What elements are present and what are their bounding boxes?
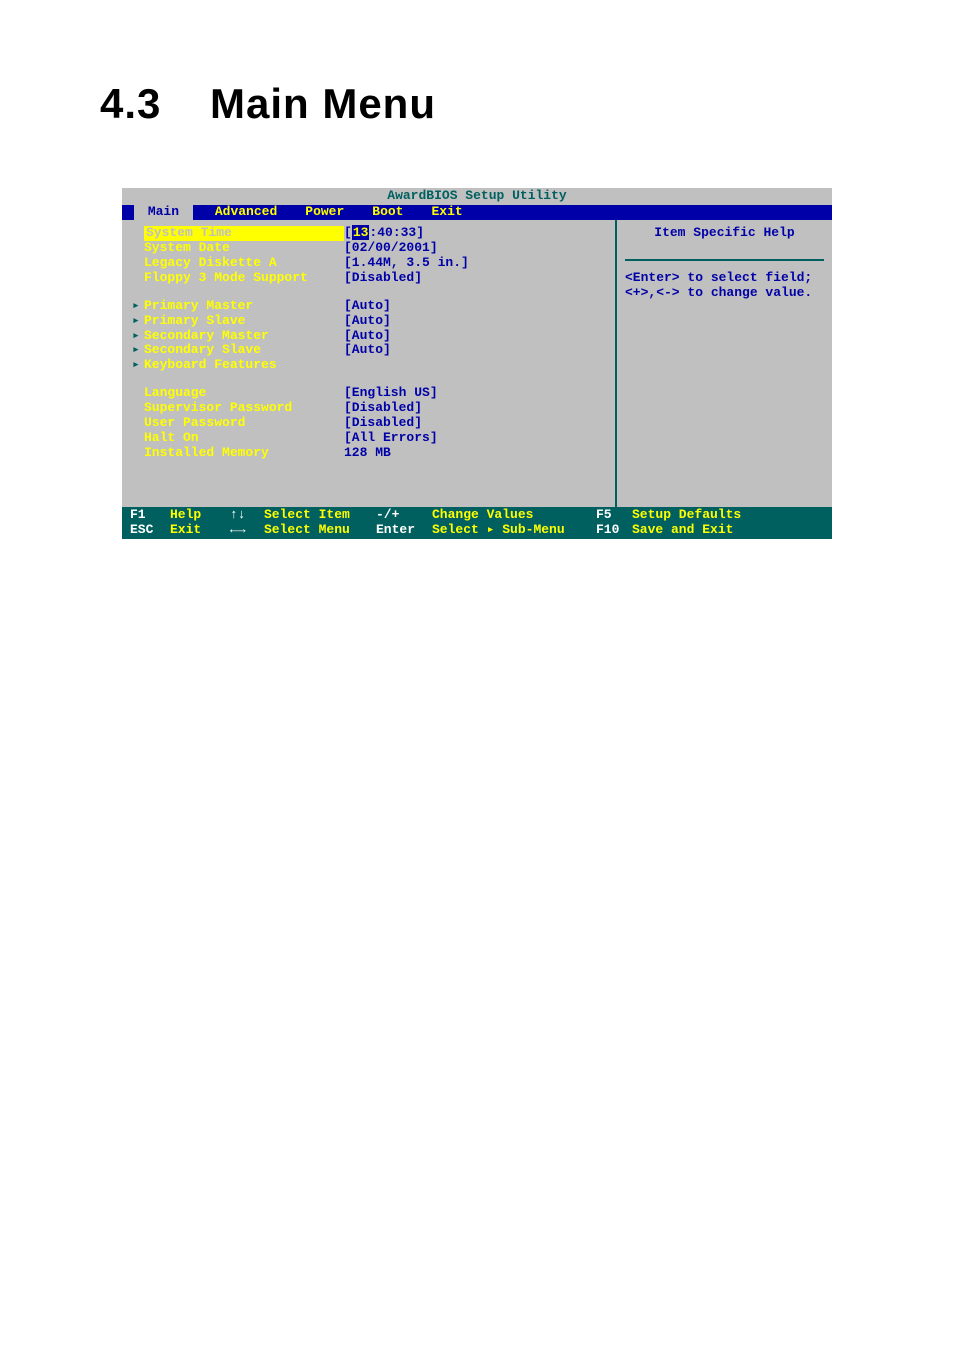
- footer-desc: Setup Defaults: [632, 508, 741, 523]
- field-label: Installed Memory: [144, 446, 344, 461]
- submenu-marker: [132, 431, 144, 446]
- field-label: Primary Master: [144, 299, 344, 314]
- field-value: [Disabled]: [344, 416, 422, 431]
- footer-desc: Change Values: [432, 508, 596, 523]
- submenu-marker-icon: ▸: [132, 329, 144, 344]
- submenu-marker: [132, 271, 144, 286]
- blank-row: [132, 474, 605, 487]
- blank-row: [132, 286, 605, 299]
- field-label: Primary Slave: [144, 314, 344, 329]
- bios-title: AwardBIOS Setup Utility: [122, 188, 832, 205]
- footer-key: Enter: [376, 523, 432, 538]
- submenu-marker: [132, 416, 144, 431]
- row-system-time[interactable]: System Time [13:40:33]: [132, 226, 605, 241]
- submenu-marker-icon: ▸: [132, 358, 144, 373]
- row-supervisor-password[interactable]: Supervisor Password [Disabled]: [132, 401, 605, 416]
- bios-body: System Time [13:40:33] System Date [02/0…: [122, 220, 832, 507]
- field-value: [English US]: [344, 386, 438, 401]
- bios-help-panel: Item Specific Help <Enter> to select fie…: [617, 220, 832, 507]
- field-label: System Date: [144, 241, 344, 256]
- help-title: Item Specific Help: [625, 226, 824, 261]
- field-label: Secondary Master: [144, 329, 344, 344]
- field-value: 128 MB: [344, 446, 391, 461]
- footer-key: F1: [130, 508, 170, 523]
- field-value: [02/00/2001]: [344, 241, 438, 256]
- row-primary-master[interactable]: ▸ Primary Master [Auto]: [132, 299, 605, 314]
- footer-key: ←→: [230, 523, 264, 538]
- footer-desc: Select ▸ Sub-Menu: [432, 523, 596, 538]
- footer-key: -/+: [376, 508, 432, 523]
- row-primary-slave[interactable]: ▸ Primary Slave [Auto]: [132, 314, 605, 329]
- field-value: [Auto]: [344, 314, 391, 329]
- footer-key: ESC: [130, 523, 170, 538]
- submenu-marker: [132, 226, 144, 241]
- footer-desc: Exit: [170, 523, 230, 538]
- field-label: System Time: [144, 226, 344, 241]
- field-label: Halt On: [144, 431, 344, 446]
- footer-desc: Select Menu: [264, 523, 376, 538]
- field-label: Secondary Slave: [144, 343, 344, 358]
- heading-title: Main Menu: [210, 80, 436, 127]
- submenu-marker: [132, 241, 144, 256]
- field-value: [All Errors]: [344, 431, 438, 446]
- footer-key: ↑↓: [230, 508, 264, 523]
- heading-number: 4.3: [100, 80, 210, 128]
- submenu-marker: [132, 256, 144, 271]
- row-system-date[interactable]: System Date [02/00/2001]: [132, 241, 605, 256]
- help-text: <Enter> to select field; <+>,<-> to chan…: [625, 271, 824, 301]
- submenu-marker-icon: ▸: [132, 299, 144, 314]
- tab-main[interactable]: Main: [134, 205, 193, 220]
- footer-row-2: ESC Exit ←→ Select Menu Enter Select ▸ S…: [130, 523, 824, 538]
- row-language[interactable]: Language [English US]: [132, 386, 605, 401]
- bios-window: AwardBIOS Setup Utility Main Advanced Po…: [122, 188, 832, 539]
- field-label: Supervisor Password: [144, 401, 344, 416]
- blank-row: [132, 461, 605, 474]
- field-label: Legacy Diskette A: [144, 256, 344, 271]
- tab-power[interactable]: Power: [291, 205, 358, 220]
- submenu-marker-icon: ▸: [132, 314, 144, 329]
- field-value: [Disabled]: [344, 401, 422, 416]
- field-label: Language: [144, 386, 344, 401]
- field-value: [Auto]: [344, 299, 391, 314]
- field-value: [Disabled]: [344, 271, 422, 286]
- row-legacy-diskette-a[interactable]: Legacy Diskette A [1.44M, 3.5 in.]: [132, 256, 605, 271]
- submenu-marker: [132, 401, 144, 416]
- tab-boot[interactable]: Boot: [358, 205, 417, 220]
- footer-key: F5: [596, 508, 632, 523]
- row-floppy-3-mode[interactable]: Floppy 3 Mode Support [Disabled]: [132, 271, 605, 286]
- row-user-password[interactable]: User Password [Disabled]: [132, 416, 605, 431]
- row-keyboard-features[interactable]: ▸ Keyboard Features: [132, 358, 605, 373]
- submenu-marker: [132, 446, 144, 461]
- submenu-marker-icon: ▸: [132, 343, 144, 358]
- row-secondary-master[interactable]: ▸ Secondary Master [Auto]: [132, 329, 605, 344]
- footer-desc: Help: [170, 508, 230, 523]
- field-label: User Password: [144, 416, 344, 431]
- bios-field-panel: System Time [13:40:33] System Date [02/0…: [122, 220, 617, 507]
- footer-desc: Save and Exit: [632, 523, 733, 538]
- submenu-marker: [132, 386, 144, 401]
- row-installed-memory[interactable]: Installed Memory 128 MB: [132, 446, 605, 461]
- field-value: [Auto]: [344, 343, 391, 358]
- field-value: [Auto]: [344, 329, 391, 344]
- field-value: [1.44M, 3.5 in.]: [344, 256, 469, 271]
- footer-key: F10: [596, 523, 632, 538]
- footer-row-1: F1 Help ↑↓ Select Item -/+ Change Values…: [130, 508, 824, 523]
- page-heading: 4.3Main Menu: [100, 80, 854, 128]
- tab-exit[interactable]: Exit: [418, 205, 477, 220]
- field-label: Keyboard Features: [144, 358, 344, 373]
- field-value: [13:40:33]: [344, 226, 424, 241]
- field-label: Floppy 3 Mode Support: [144, 271, 344, 286]
- footer-desc: Select Item: [264, 508, 376, 523]
- row-halt-on[interactable]: Halt On [All Errors]: [132, 431, 605, 446]
- row-secondary-slave[interactable]: ▸ Secondary Slave [Auto]: [132, 343, 605, 358]
- bios-menubar: Main Advanced Power Boot Exit: [122, 205, 832, 220]
- bios-footer: F1 Help ↑↓ Select Item -/+ Change Values…: [122, 507, 832, 539]
- tab-advanced[interactable]: Advanced: [201, 205, 291, 220]
